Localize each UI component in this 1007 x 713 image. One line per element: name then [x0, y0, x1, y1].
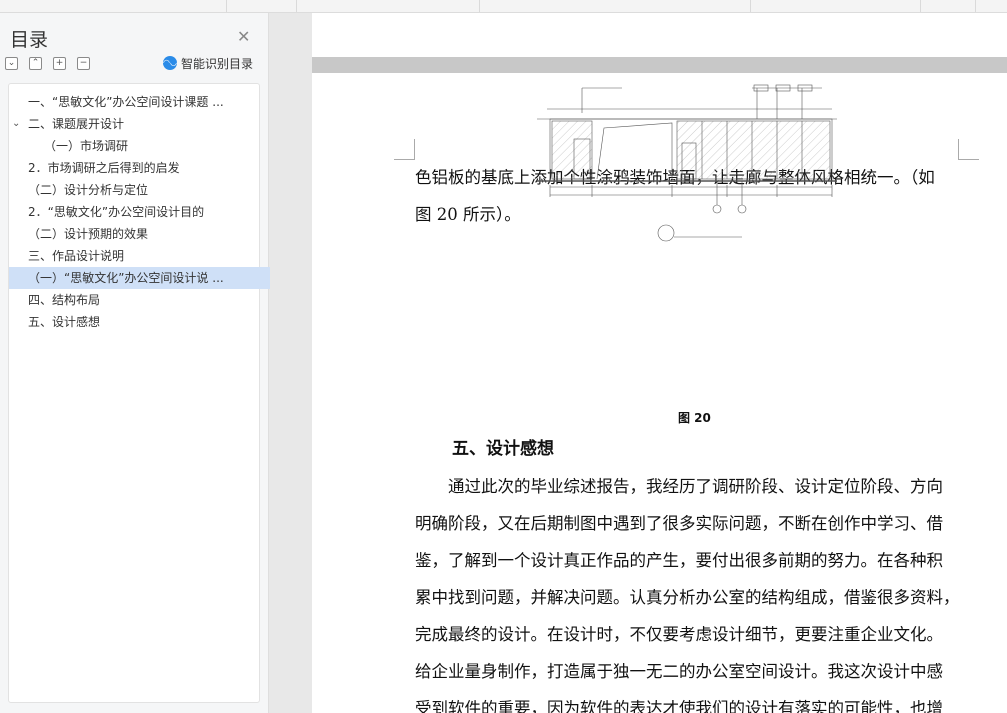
paragraph-line: 通过此次的毕业综述报告，我经历了调研阶段、设计定位阶段、方向 [448, 477, 943, 496]
add-heading-icon[interactable]: + [53, 57, 66, 70]
document-page[interactable]: 色铝板的基底上添加个性涂鸦装饰墙面，让走廊与整体风格相统一。（如 图 20 所示… [312, 73, 1007, 713]
smart-toc-button[interactable]: ◠◡ 智能识别目录 [163, 55, 253, 71]
toc-item[interactable]: （二）设计分析与定位 [9, 179, 270, 201]
paragraph-line: 累中找到问题，并解决问题。认真分析办公室的结构组成，借鉴很多资料， [415, 588, 960, 607]
ruler-segment [479, 0, 751, 12]
ruler-segment [750, 0, 921, 12]
figure-caption: 图 20 [678, 411, 711, 425]
toc-item[interactable]: （一）市场调研 [9, 135, 286, 157]
sidebar-title: 目录 [10, 29, 49, 51]
expand-up-icon[interactable]: ⌃ [29, 57, 42, 70]
ruler-segment [296, 0, 480, 12]
ruler-segment [920, 0, 976, 12]
section-heading: 五、设计感想 [452, 439, 554, 459]
smart-toc-icon: ◠◡ [163, 56, 177, 70]
ruler-segment [0, 0, 227, 12]
collapse-all-icon[interactable]: ⌄ [5, 57, 18, 70]
corridor-elevation-drawing [537, 84, 837, 242]
ruler-segment [226, 0, 297, 12]
toc-item[interactable]: 一、“思敏文化”办公空间设计课题 ... [9, 91, 270, 113]
toc-item[interactable]: 四、结构布局 [9, 289, 270, 311]
toc-item[interactable]: 三、作品设计说明 [9, 245, 270, 267]
paragraph-line: 给企业量身制作，打造属于独一无二的办公室空间设计。我这次设计中感 [415, 662, 943, 681]
paragraph-line: 受到软件的重要，因为软件的表达才使我们的设计有落实的可能性，也增 [415, 699, 943, 713]
toc-item[interactable]: 2．市场调研之后得到的启发 [9, 157, 270, 179]
crop-mark [394, 139, 415, 160]
close-icon[interactable]: ✕ [237, 27, 250, 46]
toc-item[interactable]: 五、设计感想 [9, 311, 270, 333]
toc-item[interactable]: （二）设计预期的效果 [9, 223, 270, 245]
paragraph-line: 鉴，了解到一个设计真正作品的产生，要付出很多前期的努力。在各种积 [415, 551, 943, 570]
toc-item[interactable]: ⌄ 二、课题展开设计 [9, 113, 270, 135]
paragraph-line: 完成最终的设计。在设计时，不仅要考虑设计细节，更要注重企业文化。 [415, 625, 943, 644]
toc-item-active[interactable]: （一）“思敏文化”办公空间设计说 ... [9, 267, 270, 289]
toc-sidebar: 目录 ✕ ⌄ ⌃ + − ◠◡ 智能识别目录 一、“思敏文化”办公空间设计课题 … [0, 13, 270, 713]
toc-item[interactable]: 2．“思敏文化”办公空间设计目的 [9, 201, 270, 223]
remove-heading-icon[interactable]: − [77, 57, 90, 70]
crop-mark [958, 139, 979, 160]
previous-page-bottom [312, 13, 1007, 57]
paragraph-line: 明确阶段，又在后期制图中遇到了很多实际问题，不断在创作中学习、借 [415, 514, 943, 533]
chevron-down-icon[interactable]: ⌄ [12, 113, 20, 135]
page-separator [312, 57, 1007, 73]
top-ruler-strip [0, 0, 1007, 13]
toc-list: 一、“思敏文化”办公空间设计课题 ... ⌄ 二、课题展开设计 （一）市场调研 … [8, 83, 270, 703]
smart-toc-label: 智能识别目录 [181, 56, 254, 71]
